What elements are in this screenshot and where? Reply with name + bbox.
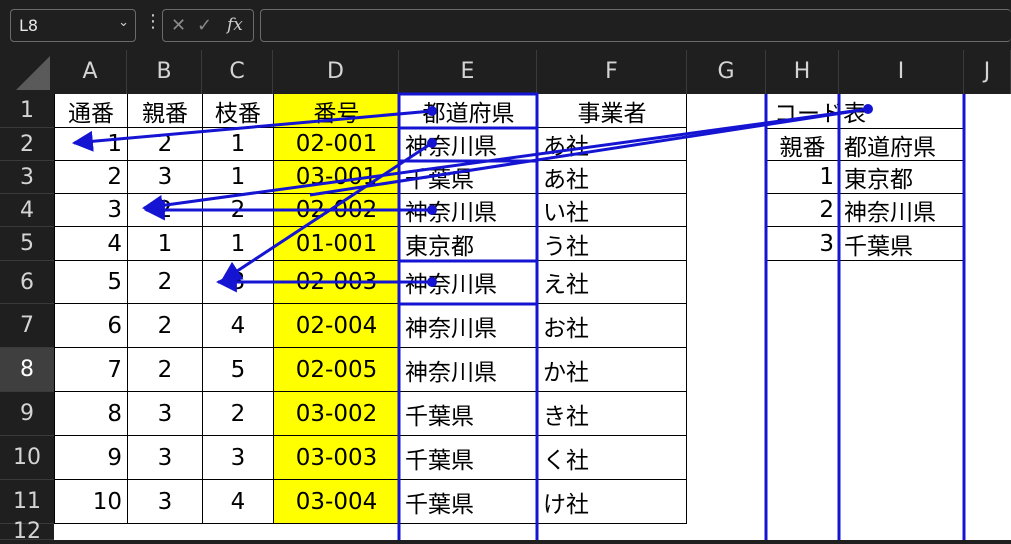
arrow-code-to-b4 xyxy=(141,107,869,216)
arrow-e1-to-a2 xyxy=(71,109,433,152)
arrow-code-to-d3 xyxy=(309,107,869,197)
annotation-overlay xyxy=(71,92,966,540)
